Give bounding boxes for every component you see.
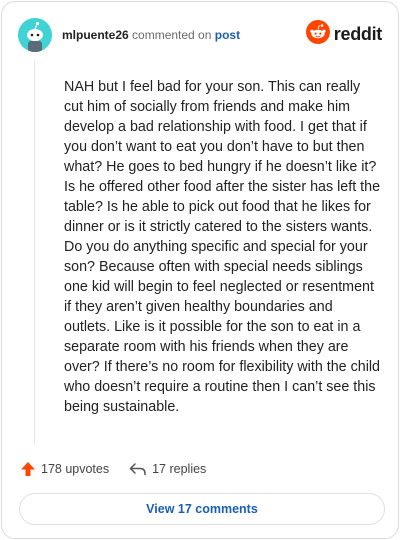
upvote-arrow-icon (21, 462, 35, 476)
replies-button[interactable]: 17 replies (129, 462, 206, 476)
reddit-wordmark: reddit (333, 23, 383, 44)
byline: mlpuente26 commented on post (62, 28, 240, 42)
comment-text: NAH but I feel bad for your son. This ca… (64, 79, 381, 415)
username-link[interactable]: mlpuente26 (62, 28, 129, 42)
comment-header: mlpuente26 commented on post reddit (18, 18, 382, 52)
thread-line (34, 60, 35, 445)
reddit-logo[interactable]: reddit (305, 19, 383, 49)
upvote-button[interactable]: 178 upvotes (20, 461, 109, 477)
comment-stats: 178 upvotes 17 replies (20, 459, 206, 479)
comment-card: mlpuente26 commented on post reddit NAH … (1, 1, 399, 539)
upvote-count: 178 upvotes (41, 462, 110, 476)
post-link[interactable]: post (215, 28, 240, 42)
view-comments-button[interactable]: View 17 comments (19, 493, 385, 525)
reply-arrow-icon (129, 463, 146, 476)
reply-count: 17 replies (152, 462, 207, 476)
action-text: commented on (132, 28, 212, 42)
snoo-avatar-icon[interactable] (18, 18, 52, 52)
reddit-alien-icon (305, 19, 330, 49)
